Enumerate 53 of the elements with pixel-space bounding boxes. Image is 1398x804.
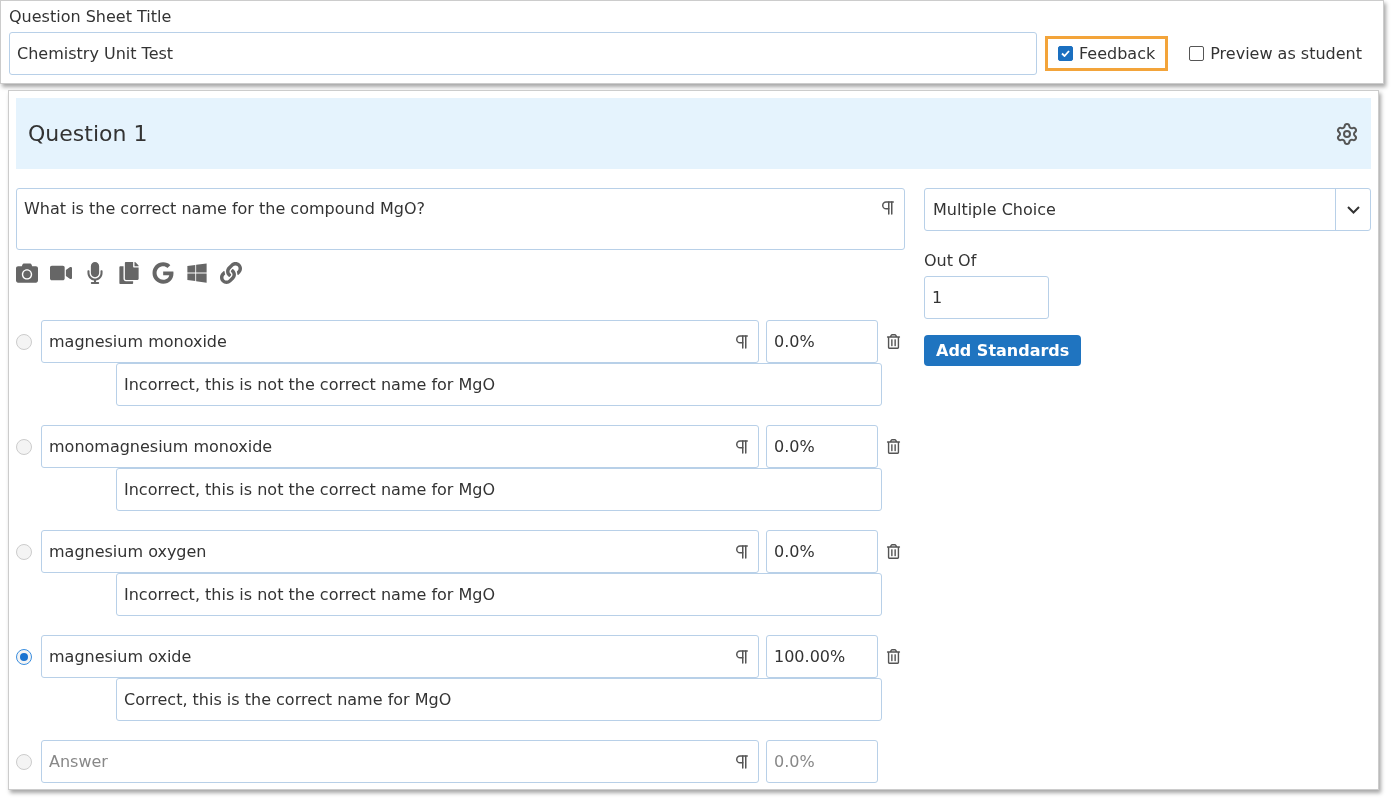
checkbox[interactable] [1189, 46, 1205, 61]
radio-button[interactable] [16, 333, 32, 350]
chevron-down-icon [1346, 205, 1360, 214]
paragraph-icon[interactable] [733, 437, 751, 456]
link-icon[interactable] [220, 262, 242, 284]
feedback-field[interactable]: Incorrect, this is not the correct name for MgO [116, 573, 882, 616]
field-label: Question Sheet Title [9, 7, 173, 26]
question-type-select[interactable]: Multiple Choice [924, 188, 1371, 231]
checkbox-label: Feedback [1079, 44, 1156, 63]
check-icon [1061, 50, 1071, 57]
checkbox-label: Preview as student [1210, 44, 1362, 63]
radio-button[interactable] [16, 543, 32, 560]
radio-button[interactable] [16, 753, 32, 770]
paragraph-icon[interactable] [733, 647, 751, 666]
answer-field[interactable]: magnesium oxygen [41, 530, 759, 573]
trash-icon[interactable] [886, 334, 901, 349]
letter-g-icon[interactable] [152, 262, 174, 284]
answer-field[interactable]: magnesium oxide [41, 635, 759, 678]
score-field[interactable]: 100.00% [766, 635, 878, 678]
paragraph-icon[interactable] [733, 332, 751, 351]
question-field[interactable]: What is the correct name for the compound MgO? [16, 188, 905, 250]
score-field[interactable]: 0.0% [766, 530, 878, 573]
score-field[interactable]: 0.0% [766, 740, 878, 783]
checkbox[interactable] [1058, 46, 1074, 61]
title-field[interactable]: Chemistry Unit Test [9, 32, 1038, 75]
answer-field[interactable]: monomagnesium monoxide [41, 425, 759, 468]
windows-icon[interactable] [186, 262, 208, 284]
paragraph-icon[interactable] [879, 199, 897, 217]
radio-button[interactable] [16, 648, 32, 665]
feedback-field[interactable]: Incorrect, this is not the correct name for MgO [116, 363, 882, 406]
add-standards-button[interactable]: Add Standards [924, 335, 1082, 366]
trash-icon[interactable] [886, 439, 901, 454]
question-text: What is the correct name for the compound MgO? [24, 199, 426, 220]
answer-field[interactable]: magnesium monoxide [41, 320, 759, 363]
settings-icon[interactable] [1335, 121, 1359, 146]
trash-icon[interactable] [886, 544, 901, 559]
feedback-field[interactable]: Correct, this is the correct name for MgO [116, 678, 882, 721]
feedback-field[interactable]: Incorrect, this is not the correct name for MgO [116, 468, 882, 511]
field-label: Out Of [924, 251, 977, 270]
documents-icon[interactable] [118, 262, 140, 284]
camera-icon[interactable] [16, 262, 38, 284]
paragraph-icon[interactable] [733, 542, 751, 561]
radio-button[interactable] [16, 438, 32, 455]
trash-icon[interactable] [886, 649, 901, 664]
score-field[interactable]: 0.0% [766, 320, 878, 363]
paragraph-icon[interactable] [733, 752, 751, 771]
checkbox-option[interactable]: Feedback [1045, 36, 1169, 71]
question-heading: Question 1 [28, 121, 148, 146]
out-of-field[interactable]: 1 [924, 276, 1049, 319]
microphone-icon[interactable] [84, 262, 106, 284]
checkbox-option[interactable]: Preview as student [1176, 36, 1375, 71]
answer-field[interactable]: Answer [41, 740, 759, 783]
score-field[interactable]: 0.0% [766, 425, 878, 468]
